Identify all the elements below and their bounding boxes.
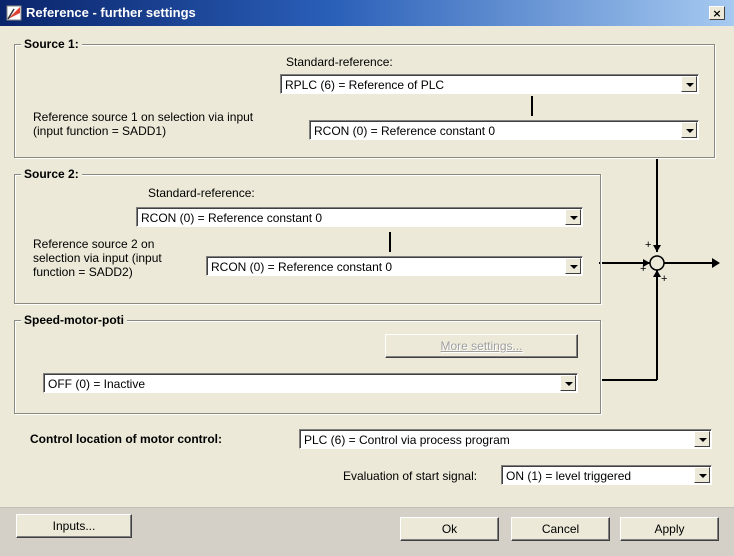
cancel-button-label: Cancel bbox=[541, 522, 580, 536]
source2-selection-label-line2: selection via input (input bbox=[33, 251, 162, 265]
chevron-down-icon[interactable] bbox=[565, 258, 581, 274]
chevron-down-icon[interactable] bbox=[681, 122, 697, 138]
source2-standard-select[interactable]: RCON (0) = Reference constant 0 bbox=[136, 207, 583, 227]
ok-button[interactable]: Ok bbox=[400, 517, 499, 541]
output-arrow-icon bbox=[712, 258, 720, 268]
sum-sign-top: + bbox=[645, 239, 652, 251]
chevron-down-icon[interactable] bbox=[565, 209, 581, 225]
motor-poti-legend: Speed-motor-poti bbox=[21, 313, 127, 327]
source1-selection-select[interactable]: RCON (0) = Reference constant 0 bbox=[309, 120, 699, 140]
control-location-select[interactable]: PLC (6) = Control via process program bbox=[299, 429, 712, 449]
more-settings-button[interactable]: More settings... bbox=[385, 334, 578, 358]
source2-standard-label: Standard-reference: bbox=[148, 186, 255, 200]
chevron-down-icon[interactable] bbox=[694, 431, 710, 447]
source1-standard-value: RPLC (6) = Reference of PLC bbox=[285, 78, 445, 92]
cancel-button[interactable]: Cancel bbox=[511, 517, 610, 541]
source2-standard-value: RCON (0) = Reference constant 0 bbox=[141, 211, 323, 225]
source1-legend: Source 1: bbox=[21, 37, 82, 51]
control-location-value: PLC (6) = Control via process program bbox=[304, 433, 510, 447]
start-signal-select[interactable]: ON (1) = level triggered bbox=[501, 465, 712, 485]
bottom-arrow-icon bbox=[653, 270, 661, 277]
source2-selection-select[interactable]: RCON (0) = Reference constant 0 bbox=[206, 256, 583, 276]
start-signal-value: ON (1) = level triggered bbox=[506, 469, 632, 483]
motor-poti-value: OFF (0) = Inactive bbox=[48, 377, 146, 391]
top-arrow-icon bbox=[653, 245, 661, 252]
chevron-down-icon[interactable] bbox=[560, 375, 576, 391]
source1-standard-select[interactable]: RPLC (6) = Reference of PLC bbox=[280, 74, 699, 94]
sum-sign-left: + bbox=[640, 263, 647, 275]
source2-selection-label-line3: function = SADD2) bbox=[33, 265, 133, 279]
inputs-button-label: Inputs... bbox=[52, 519, 96, 533]
motor-poti-select[interactable]: OFF (0) = Inactive bbox=[43, 373, 578, 393]
source1-selection-value: RCON (0) = Reference constant 0 bbox=[314, 124, 496, 138]
control-location-label: Control location of motor control: bbox=[30, 432, 222, 446]
source1-selection-label-line2: (input function = SADD1) bbox=[33, 124, 167, 138]
source2-legend: Source 2: bbox=[21, 167, 82, 181]
summing-junction-icon bbox=[649, 255, 665, 271]
dialog-window: Reference - further settings × + + + Sou… bbox=[0, 0, 734, 556]
more-settings-label: More settings... bbox=[440, 339, 523, 353]
chevron-down-icon[interactable] bbox=[681, 76, 697, 92]
inputs-button[interactable]: Inputs... bbox=[16, 514, 132, 538]
source2-selection-label-line1: Reference source 2 on bbox=[33, 237, 155, 251]
source1-standard-label: Standard-reference: bbox=[286, 55, 393, 69]
ok-button-label: Ok bbox=[441, 522, 458, 536]
chevron-down-icon[interactable] bbox=[694, 467, 710, 483]
apply-button[interactable]: Apply bbox=[620, 517, 719, 541]
source1-selection-label-line1: Reference source 1 on selection via inpu… bbox=[33, 110, 254, 124]
sum-sign-bottom: + bbox=[661, 273, 668, 285]
source2-selection-value: RCON (0) = Reference constant 0 bbox=[211, 260, 393, 274]
apply-button-label: Apply bbox=[654, 522, 685, 536]
start-signal-label: Evaluation of start signal: bbox=[343, 469, 478, 483]
